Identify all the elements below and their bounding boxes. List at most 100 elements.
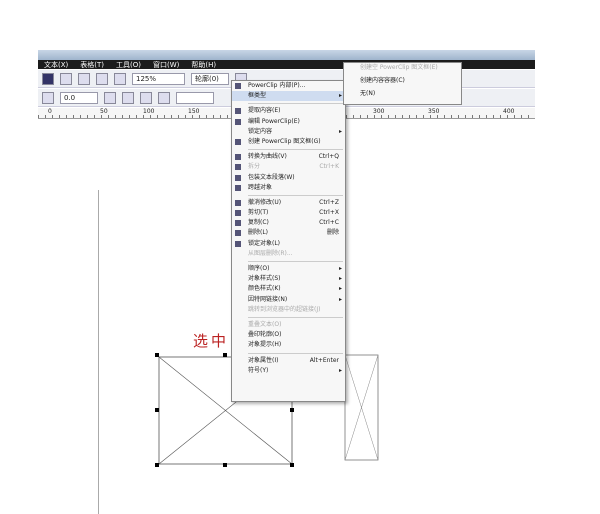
menu-item[interactable]: 顺序(O) ▸ bbox=[232, 264, 345, 274]
menu-item-label: 复制(C) bbox=[248, 219, 269, 227]
menu-item[interactable]: 叠印轮廓(O) bbox=[232, 330, 345, 340]
menu-separator bbox=[248, 149, 343, 151]
edit-icon bbox=[235, 118, 241, 125]
undo-icon bbox=[235, 199, 241, 206]
menu-item-label: 剪切(T) bbox=[248, 209, 269, 217]
menu-item[interactable]: PowerClip 内部(P)... bbox=[232, 81, 345, 91]
submenu-arrow-icon: ▸ bbox=[338, 295, 342, 303]
split-icon bbox=[235, 164, 241, 171]
menu-item-label: 跨越对象 bbox=[248, 183, 273, 191]
menu-item-label: 因特网链接(N) bbox=[248, 295, 288, 303]
span-icon bbox=[235, 184, 241, 191]
selection-handle[interactable] bbox=[290, 408, 294, 412]
menu-item[interactable]: 跨越对象 bbox=[232, 183, 345, 193]
menu-item[interactable]: 无(N) bbox=[344, 89, 461, 102]
frame-type-submenu: 创建空 PowerClip 图文框(E) 创建内容容器(C) 无(N) bbox=[343, 62, 462, 105]
menu-item-label: 对象样式(S) bbox=[248, 275, 281, 283]
frame-rectangle[interactable] bbox=[344, 354, 379, 461]
menu-item-label: 顺序(O) bbox=[248, 265, 270, 272]
menu-item-label: 对象提示(H) bbox=[248, 341, 282, 349]
menu-item-label: 编辑 PowerClip(E) bbox=[248, 117, 300, 125]
menu-item-shortcut: 删除 bbox=[326, 229, 339, 237]
cut-icon bbox=[235, 210, 241, 217]
context-menu: PowerClip 内部(P)... 框类型 ▸ 提取内容(E) 编辑 PowerCli… bbox=[231, 80, 346, 402]
selection-handle[interactable] bbox=[223, 463, 227, 467]
menu-item-label: 框类型 bbox=[248, 92, 267, 100]
delete-icon bbox=[235, 230, 241, 237]
menu-item[interactable]: 创建 PowerClip 图文框(G) bbox=[232, 137, 345, 147]
menu-item[interactable]: 复制(C) Ctrl+C bbox=[232, 218, 345, 228]
menu-item-shortcut: Ctrl+X bbox=[319, 209, 339, 217]
submenu-arrow-icon: ▸ bbox=[338, 366, 342, 374]
menu-item-shortcut: Ctrl+C bbox=[319, 219, 339, 227]
submenu-arrow-icon: ▸ bbox=[338, 275, 342, 283]
menu-item[interactable]: 重叠文本(O) bbox=[232, 320, 345, 330]
menu-item-label: 重叠文本(O) bbox=[248, 320, 282, 328]
selection-handle[interactable] bbox=[155, 353, 159, 357]
menu-item[interactable]: 提取内容(E) bbox=[232, 106, 345, 116]
menu-item[interactable]: 符号(Y) ▸ bbox=[232, 366, 345, 376]
submenu-arrow-icon: ▸ bbox=[338, 127, 342, 135]
menu-item-label: 创建空 PowerClip 图文框(E) bbox=[360, 64, 438, 71]
powerclip-icon bbox=[235, 83, 241, 89]
menu-item-shortcut: Ctrl+K bbox=[319, 163, 339, 171]
selection-handle[interactable] bbox=[155, 463, 159, 467]
menu-item[interactable]: 编辑 PowerClip(E) bbox=[232, 117, 345, 127]
menu-item-label: 转换为曲线(V) bbox=[248, 153, 287, 161]
menu-item-label: 叠印轮廓(O) bbox=[248, 331, 282, 339]
menu-item-shortcut: Ctrl+Q bbox=[318, 153, 339, 161]
menu-separator bbox=[248, 103, 343, 105]
menu-separator bbox=[248, 316, 343, 318]
selection-handle[interactable] bbox=[290, 463, 294, 467]
menu-item-shortcut: Alt+Enter bbox=[309, 356, 339, 364]
selection-handle[interactable] bbox=[155, 408, 159, 412]
menu-separator bbox=[248, 352, 343, 354]
menu-item-label: 对象属性(I) bbox=[248, 356, 279, 364]
menu-item[interactable]: 跳转到浏览器中的超链接(J) bbox=[232, 305, 345, 315]
copy-icon bbox=[235, 220, 241, 227]
menu-item-label: 删除(L) bbox=[248, 229, 269, 237]
frame-icon bbox=[235, 138, 241, 145]
submenu-arrow-icon: ▸ bbox=[338, 285, 342, 293]
menu-item-label: PowerClip 内部(P)... bbox=[248, 82, 306, 89]
menu-item[interactable]: 拆分 Ctrl+K bbox=[232, 162, 345, 172]
submenu-arrow-icon: ▸ bbox=[338, 92, 342, 100]
selection-handle[interactable] bbox=[223, 353, 227, 357]
menu-item-label: 从图层删除(R)... bbox=[248, 249, 293, 257]
menu-item-label: 锁定内容 bbox=[248, 127, 273, 135]
menu-item[interactable]: 包装文本段落(W) bbox=[232, 173, 345, 183]
menu-item[interactable]: 删除(L) 删除 bbox=[232, 228, 345, 238]
curve-icon bbox=[235, 154, 241, 161]
menu-item[interactable]: 锁定内容 ▸ bbox=[232, 127, 345, 137]
menu-item-shortcut: Ctrl+Z bbox=[319, 198, 339, 206]
menu-item[interactable]: 创建内容容器(C) bbox=[344, 76, 461, 89]
menu-item-label: 撤消修改(U) bbox=[248, 198, 282, 206]
menu-item[interactable]: 从图层删除(R)... bbox=[232, 249, 345, 259]
menu-item[interactable]: 创建空 PowerClip 图文框(E) bbox=[344, 63, 461, 76]
menu-item[interactable]: 对象提示(H) bbox=[232, 340, 345, 350]
menu-item-label: 包装文本段落(W) bbox=[248, 173, 295, 181]
menu-separator bbox=[248, 261, 343, 262]
menu-item-label: 跳转到浏览器中的超链接(J) bbox=[248, 305, 321, 313]
menu-item[interactable]: 转换为曲线(V) Ctrl+Q bbox=[232, 152, 345, 162]
submenu-arrow-icon: ▸ bbox=[338, 265, 342, 272]
menu-item[interactable]: 剪切(T) Ctrl+X bbox=[232, 208, 345, 218]
menu-item-label: 创建 PowerClip 图文框(G) bbox=[248, 137, 321, 145]
menu-item[interactable]: 锁定对象(L) bbox=[232, 239, 345, 249]
lock-icon bbox=[235, 240, 241, 247]
menu-separator bbox=[248, 194, 343, 196]
menu-item[interactable]: 撤消修改(U) Ctrl+Z bbox=[232, 198, 345, 208]
menu-item-label: 符号(Y) bbox=[248, 366, 269, 374]
extract-icon bbox=[235, 108, 241, 115]
wrap-icon bbox=[235, 174, 241, 181]
menu-item-label: 拆分 bbox=[248, 163, 261, 171]
menu-item-label: 颜色样式(K) bbox=[248, 285, 281, 293]
menu-item[interactable]: 框类型 ▸ bbox=[232, 91, 345, 102]
menu-item[interactable]: 对象样式(S) ▸ bbox=[232, 274, 345, 284]
menu-item-label: 锁定对象(L) bbox=[248, 239, 281, 247]
menu-item[interactable]: 对象属性(I) Alt+Enter bbox=[232, 356, 345, 366]
menu-item[interactable]: 因特网链接(N) ▸ bbox=[232, 295, 345, 305]
menu-item[interactable]: 颜色样式(K) ▸ bbox=[232, 284, 345, 294]
menu-item-label: 无(N) bbox=[360, 90, 376, 97]
menu-item-label: 提取内容(E) bbox=[248, 107, 281, 115]
